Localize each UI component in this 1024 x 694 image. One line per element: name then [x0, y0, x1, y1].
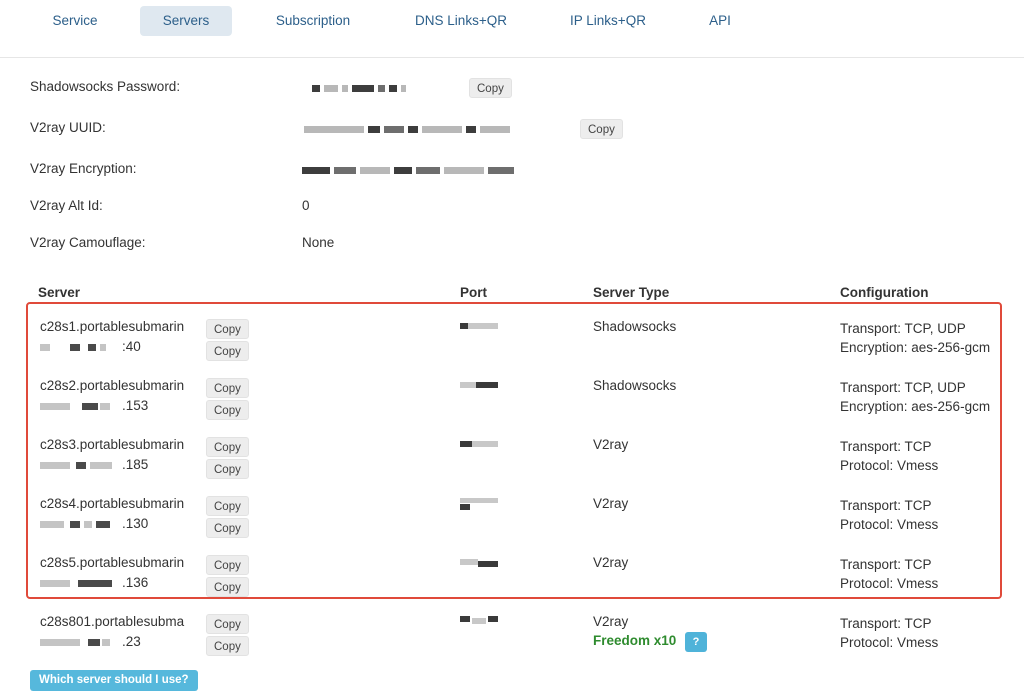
ss-password-value-masked — [312, 84, 406, 93]
tab-servers[interactable]: Servers — [140, 6, 232, 36]
v2ray-alt-id-value: 0 — [302, 198, 310, 213]
column-header-port: Port — [460, 285, 487, 300]
v2ray-alt-id-label: V2ray Alt Id: — [30, 198, 103, 213]
v2ray-uuid-label: V2ray UUID: — [30, 120, 106, 135]
highlight-box — [26, 302, 1002, 599]
server-ip: .23 — [40, 634, 141, 649]
server-hostname: c28s801.portablesubma — [40, 614, 185, 629]
column-header-server: Server — [38, 285, 81, 300]
v2ray-encryption-label: V2ray Encryption: — [30, 161, 137, 176]
tab-ip-links-qr[interactable]: IP Links+QR — [560, 6, 656, 36]
freedom-badge: Freedom x10 — [593, 633, 677, 648]
copy-ss-password-button[interactable]: Copy — [469, 78, 512, 98]
column-header-configuration: Configuration — [840, 285, 929, 300]
tab-api[interactable]: API — [698, 6, 742, 36]
tab-service[interactable]: Service — [40, 6, 110, 36]
server-type: V2ray — [593, 614, 629, 629]
ss-password-label: Shadowsocks Password: — [30, 79, 181, 94]
copy-v2ray-uuid-button[interactable]: Copy — [580, 119, 623, 139]
v2ray-encryption-value-masked — [302, 166, 514, 175]
tab-bar: Service Servers Subscription DNS Links+Q… — [0, 0, 1024, 58]
tab-subscription[interactable]: Subscription — [262, 6, 364, 36]
copy-ip-button[interactable]: Copy — [206, 636, 249, 656]
server-port-masked — [460, 616, 500, 628]
v2ray-uuid-value-masked — [304, 125, 510, 134]
copy-hostname-button[interactable]: Copy — [206, 614, 249, 634]
table-row: c28s801.portablesubma Copy .23 Copy V2ra… — [0, 614, 1024, 662]
v2ray-camouflage-value: None — [302, 235, 335, 250]
v2ray-camouflage-label: V2ray Camouflage: — [30, 235, 146, 250]
server-configuration: Transport: TCP Protocol: Vmess — [840, 616, 939, 650]
freedom-help-button[interactable]: ? — [685, 632, 707, 652]
tab-dns-links-qr[interactable]: DNS Links+QR — [405, 6, 517, 36]
column-header-server-type: Server Type — [593, 285, 670, 300]
which-server-button[interactable]: Which server should I use? — [30, 670, 198, 691]
